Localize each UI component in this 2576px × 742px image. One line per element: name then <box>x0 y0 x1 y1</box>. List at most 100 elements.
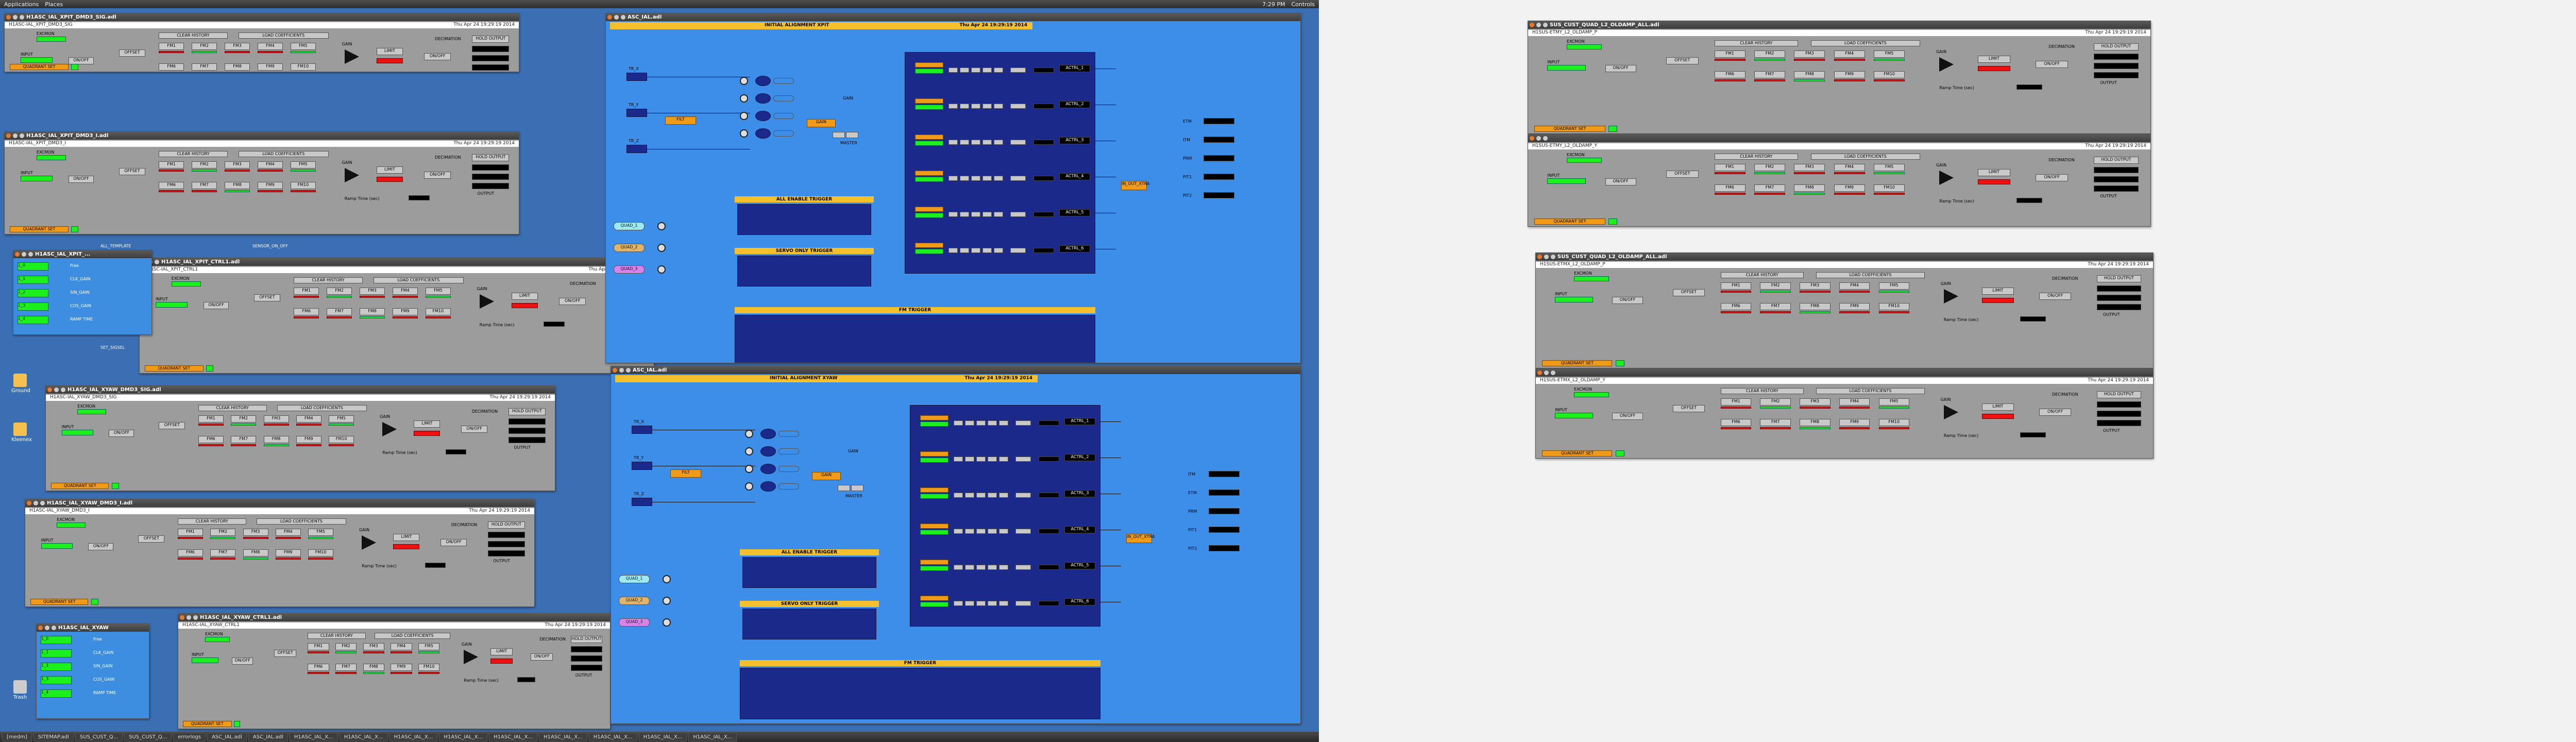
servo-onoff-button[interactable] <box>1010 140 1026 145</box>
servo-fm-button[interactable] <box>954 457 963 462</box>
servo-fm-button[interactable] <box>999 601 1008 606</box>
fm-button[interactable]: FM5 <box>425 288 451 295</box>
quad-pill[interactable]: QUAD_3 <box>614 265 645 274</box>
window-titlebar[interactable]: H1ASC_IAL_XPIT_DMD3_SIG.adl <box>5 13 519 21</box>
window-titlebar[interactable] <box>1536 369 2153 377</box>
fm-button[interactable]: FM10 <box>329 436 354 443</box>
output-orange-button[interactable]: IN_OUT_XTRA <box>1126 534 1155 543</box>
servo-onoff-button[interactable] <box>1015 420 1031 426</box>
window-titlebar[interactable]: H1ASC_IAL_XPIT_CTRL1.adl <box>140 258 654 266</box>
input-channel[interactable] <box>632 426 652 434</box>
hold-output-button[interactable]: HOLD OUTPUT <box>488 521 525 529</box>
master-on-button[interactable] <box>833 132 845 138</box>
servo-fm-button[interactable] <box>965 457 974 462</box>
fm-button[interactable]: FM2 <box>1754 164 1785 171</box>
output-onoff-button[interactable]: ON/OFF <box>424 172 451 179</box>
fm-button[interactable]: FM2 <box>210 529 236 536</box>
servo-row-tag[interactable] <box>920 451 948 457</box>
maximize-icon[interactable] <box>20 15 24 20</box>
servo-row-tag[interactable] <box>915 207 943 212</box>
minimize-icon[interactable] <box>13 15 18 20</box>
servo-fm-button[interactable] <box>960 212 969 217</box>
fm-button[interactable]: FM1 <box>158 43 184 50</box>
taskbar-item[interactable]: H1ASC_IAL_X... <box>289 732 338 741</box>
clear-history-button[interactable]: CLEAR HISTORY <box>1720 272 1804 278</box>
gain-row-field[interactable]: 1_1 <box>41 649 72 657</box>
window-titlebar[interactable]: H1ASC_IAL_XYAW_DMD3_SIG.adl <box>46 386 555 394</box>
taskbar-item[interactable]: H1ASC_IAL_X... <box>439 732 488 741</box>
servo-fm-button[interactable] <box>976 457 986 462</box>
fm-button[interactable]: FM9 <box>391 664 412 671</box>
gain-row-field[interactable]: 1_4 <box>18 316 48 324</box>
quadrant-set-button[interactable]: QUADRANT SET <box>51 483 109 489</box>
servo-fm-button[interactable] <box>960 176 969 181</box>
hold-output-button[interactable]: HOLD OUTPUT <box>2096 391 2142 398</box>
input-onoff-button[interactable]: ON/OFF <box>68 176 94 183</box>
fm-button[interactable]: FM3 <box>224 161 250 168</box>
fm-button[interactable]: FM6 <box>293 308 319 315</box>
taskbar-item[interactable]: H1ASC_IAL_X... <box>339 732 388 741</box>
fm-button[interactable]: FM9 <box>1839 419 1870 426</box>
fm-button[interactable]: FM3 <box>1794 164 1825 171</box>
servo-only-panel[interactable] <box>742 609 876 639</box>
fm-button[interactable]: FM9 <box>275 549 301 556</box>
close-icon[interactable] <box>1530 136 1534 141</box>
taskbar-item[interactable]: [medm] <box>2 732 32 741</box>
fm-button[interactable]: FM3 <box>224 43 250 50</box>
gain-row-field[interactable]: 1_2 <box>41 663 72 671</box>
fm-button[interactable]: FM7 <box>1754 71 1785 78</box>
fm-button[interactable]: FM6 <box>1714 184 1745 192</box>
fm-button[interactable]: FM5 <box>1874 50 1905 58</box>
minimize-icon[interactable] <box>54 387 59 392</box>
fm-button[interactable]: FM1 <box>1714 164 1745 171</box>
fm-button[interactable]: FM1 <box>198 415 224 423</box>
servo-fm-button[interactable] <box>976 529 986 534</box>
servo-fm-button[interactable] <box>994 140 1003 145</box>
fm-button[interactable]: FM7 <box>231 436 257 443</box>
quad-pill[interactable]: QUAD_2 <box>619 597 650 605</box>
fm-button[interactable]: FM3 <box>359 288 385 295</box>
taskbar-item[interactable]: SITEMAP.adl <box>33 732 74 741</box>
clear-history-button[interactable]: CLEAR HISTORY <box>1720 388 1804 394</box>
servo-onoff-button[interactable] <box>1010 248 1026 253</box>
clear-history-button[interactable]: CLEAR HISTORY <box>158 151 228 157</box>
servo-fm-button[interactable] <box>988 601 997 606</box>
fm-button[interactable]: FM5 <box>290 161 316 168</box>
fm-button[interactable]: FM5 <box>329 415 354 423</box>
close-icon[interactable] <box>38 626 43 630</box>
servo-only-panel[interactable] <box>737 256 871 286</box>
load-coefficients-button[interactable]: LOAD COEFFICIENTS <box>257 518 346 525</box>
fm-button[interactable]: FM2 <box>1760 282 1791 290</box>
fm-button[interactable]: FM4 <box>1839 398 1870 406</box>
input-channel[interactable] <box>632 498 652 506</box>
servo-fm-button[interactable] <box>965 601 974 606</box>
fm-button[interactable]: FM7 <box>1760 419 1791 426</box>
servo-fm-button[interactable] <box>971 68 980 73</box>
fm-button[interactable]: FM6 <box>158 182 184 189</box>
input-onoff-button[interactable]: ON/OFF <box>109 430 134 437</box>
close-icon[interactable] <box>180 615 184 620</box>
servo-fm-button[interactable] <box>971 248 980 253</box>
limit-button[interactable]: LIMIT <box>1978 169 2010 176</box>
fm-button[interactable]: FM4 <box>257 43 283 50</box>
fm-button[interactable]: FM5 <box>290 43 316 50</box>
fm-button[interactable]: FM1 <box>158 161 184 168</box>
output-orange-button[interactable]: IN_OUT_XTRA <box>1121 181 1149 190</box>
limit-button[interactable]: LIMIT <box>1981 288 2014 295</box>
fm-button[interactable]: FM1 <box>293 288 319 295</box>
servo-fm-button[interactable] <box>965 420 974 426</box>
fm-button[interactable]: FM1 <box>1720 282 1752 290</box>
servo-fm-button[interactable] <box>999 493 1008 498</box>
all-enable-panel[interactable] <box>737 204 871 235</box>
hold-output-button[interactable]: HOLD OUTPUT <box>571 636 602 643</box>
maximize-icon[interactable] <box>1551 255 1555 259</box>
filt-button[interactable]: FILT <box>665 116 696 125</box>
fm-button[interactable]: FM2 <box>1754 50 1785 58</box>
maximize-icon[interactable] <box>1551 370 1555 375</box>
maximize-icon[interactable] <box>1543 23 1548 27</box>
quadrant-set-button[interactable]: QUADRANT SET <box>1534 126 1605 132</box>
servo-fm-button[interactable] <box>976 493 986 498</box>
fm-button[interactable]: FM8 <box>243 549 268 556</box>
input-onoff-button[interactable]: ON/OFF <box>1605 178 1636 185</box>
input-onoff-button[interactable]: ON/OFF <box>1612 413 1643 420</box>
